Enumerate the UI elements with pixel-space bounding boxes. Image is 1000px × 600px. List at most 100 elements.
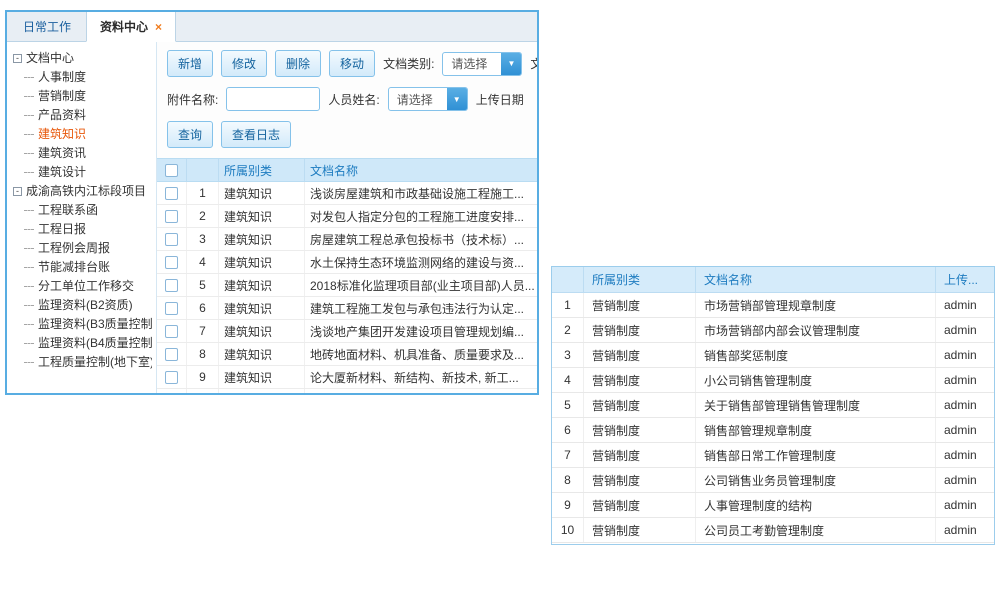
tree-item-label: 工程例会周报	[38, 239, 110, 258]
table-row[interactable]: 10 营销制度 公司员工考勤管理制度 admin	[552, 518, 994, 543]
row-category: 建筑知识	[219, 343, 305, 365]
row-doc-name: 建筑工程施工发包与承包违法行为认定...	[305, 297, 537, 319]
tree-item[interactable]: 建筑设计	[13, 163, 152, 182]
close-icon[interactable]: ×	[155, 21, 162, 33]
table-row[interactable]: 10 建筑知识 大厦地下室加气砼墙砌筑工程的施工方...	[157, 389, 537, 393]
row-category: 建筑知识	[219, 389, 305, 393]
add-button[interactable]: 新增	[167, 50, 213, 77]
row-number: 9	[552, 493, 584, 517]
row-number: 3	[187, 228, 219, 250]
person-name-select[interactable]: 请选择 ▼	[388, 87, 468, 111]
attachment-name-input[interactable]	[226, 87, 320, 111]
tree-connector-icon	[24, 210, 34, 211]
row-number: 10	[552, 518, 584, 542]
table-row[interactable]: 9 营销制度 人事管理制度的结构 admin	[552, 493, 994, 518]
row-checkbox[interactable]	[165, 233, 178, 246]
table-row[interactable]: 3 建筑知识 房屋建筑工程总承包投标书（技术标）...	[157, 228, 537, 251]
row-category: 建筑知识	[219, 320, 305, 342]
table-row[interactable]: 1 建筑知识 浅谈房屋建筑和市政基础设施工程施工...	[157, 182, 537, 205]
table-row[interactable]: 5 建筑知识 2018标准化监理项目部(业主项目部)人员...	[157, 274, 537, 297]
delete-button[interactable]: 删除	[275, 50, 321, 77]
tree-item[interactable]: 分工单位工作移交	[13, 277, 152, 296]
row-category: 建筑知识	[219, 274, 305, 296]
row-checkbox[interactable]	[165, 325, 178, 338]
row-number: 7	[552, 443, 584, 467]
tree-item[interactable]: 节能减排台账	[13, 258, 152, 277]
collapse-icon[interactable]: -	[13, 54, 22, 63]
table-row[interactable]: 8 营销制度 公司销售业务员管理制度 admin	[552, 468, 994, 493]
doc-category-select[interactable]: 请选择 ▼	[442, 52, 522, 76]
table-row[interactable]: 7 营销制度 销售部日常工作管理制度 admin	[552, 443, 994, 468]
column-header-uploader[interactable]: 上传...	[936, 267, 994, 292]
row-doc-name: 公司销售业务员管理制度	[696, 468, 936, 492]
table-row[interactable]: 8 建筑知识 地砖地面材料、机具准备、质量要求及...	[157, 343, 537, 366]
table-row[interactable]: 1 营销制度 市场营销部管理规章制度 admin	[552, 293, 994, 318]
tab-label: 资料中心	[100, 18, 148, 35]
query-button[interactable]: 查询	[167, 121, 213, 148]
filter-panel: 新增 修改 删除 移动 文档类别: 请选择 ▼ 文档 附件名称: 人员姓名:	[157, 42, 537, 158]
row-number: 6	[187, 297, 219, 319]
row-number: 7	[187, 320, 219, 342]
tree-connector-icon	[24, 115, 34, 116]
tree-item-label: 产品资料	[38, 106, 86, 125]
tree-item[interactable]: 产品资料	[13, 106, 152, 125]
tree-item[interactable]: 监理资料(B3质量控制)	[13, 315, 152, 334]
row-category: 营销制度	[584, 293, 696, 317]
table-row[interactable]: 9 建筑知识 论大厦新材料、新结构、新技术, 新工...	[157, 366, 537, 389]
table-row[interactable]: 5 营销制度 关于销售部管理销售管理制度 admin	[552, 393, 994, 418]
select-all-checkbox[interactable]	[165, 164, 178, 177]
row-checkbox[interactable]	[165, 371, 178, 384]
move-button[interactable]: 移动	[329, 50, 375, 77]
row-doc-name: 市场营销部管理规章制度	[696, 293, 936, 317]
table-row[interactable]: 3 营销制度 销售部奖惩制度 admin	[552, 343, 994, 368]
tree-root-document-center[interactable]: - 文档中心	[13, 49, 152, 68]
tree-connector-icon	[24, 229, 34, 230]
row-checkbox[interactable]	[165, 187, 178, 200]
row-uploader: admin	[936, 468, 994, 492]
table-row[interactable]: 6 建筑知识 建筑工程施工发包与承包违法行为认定...	[157, 297, 537, 320]
column-header-name[interactable]: 文档名称	[696, 267, 936, 292]
tree-item[interactable]: 监理资料(B4质量控制)	[13, 334, 152, 353]
row-checkbox[interactable]	[165, 279, 178, 292]
tree-item-label: 节能减排台账	[38, 258, 110, 277]
row-uploader: admin	[936, 518, 994, 542]
row-checkbox[interactable]	[165, 348, 178, 361]
table-row[interactable]: 4 建筑知识 水土保持生态环境监测网络的建设与资...	[157, 251, 537, 274]
tree-item[interactable]: 建筑资讯	[13, 144, 152, 163]
doc-category-label: 文档类别:	[383, 55, 434, 72]
row-checkbox[interactable]	[165, 256, 178, 269]
collapse-icon[interactable]: -	[13, 187, 22, 196]
tree-root-label: 文档中心	[26, 49, 74, 68]
tree-root-project[interactable]: - 成渝高铁内江标段项目	[13, 182, 152, 201]
row-uploader: admin	[936, 393, 994, 417]
tree-item-selected[interactable]: 建筑知识	[13, 125, 152, 144]
row-checkbox[interactable]	[165, 210, 178, 223]
tab-daily-work[interactable]: 日常工作	[10, 12, 84, 41]
row-checkbox[interactable]	[165, 302, 178, 315]
checkbox-cell	[157, 251, 187, 273]
tree-item[interactable]: 工程日报	[13, 220, 152, 239]
row-uploader: admin	[936, 418, 994, 442]
marketing-documents-table: 所属别类 文档名称 上传... 1 营销制度 市场营销部管理规章制度 admin…	[551, 266, 995, 545]
tree-connector-icon	[24, 96, 34, 97]
view-log-button[interactable]: 查看日志	[221, 121, 291, 148]
tree-item[interactable]: 工程质量控制(地下室)	[13, 353, 152, 372]
tab-data-center[interactable]: 资料中心 ×	[86, 11, 176, 42]
column-header-category[interactable]: 所属别类	[584, 267, 696, 292]
table-row[interactable]: 7 建筑知识 浅谈地产集团开发建设项目管理规划编...	[157, 320, 537, 343]
table-row[interactable]: 2 营销制度 市场营销部内部会议管理制度 admin	[552, 318, 994, 343]
tree-item[interactable]: 工程例会周报	[13, 239, 152, 258]
tree-item[interactable]: 营销制度	[13, 87, 152, 106]
column-header-category[interactable]: 所属别类	[219, 159, 305, 181]
tree-item[interactable]: 监理资料(B2资质)	[13, 296, 152, 315]
tree-item[interactable]: 人事制度	[13, 68, 152, 87]
tree-item[interactable]: 工程联系函	[13, 201, 152, 220]
edit-button[interactable]: 修改	[221, 50, 267, 77]
row-doc-name: 房屋建筑工程总承包投标书（技术标）...	[305, 228, 537, 250]
table-row[interactable]: 6 营销制度 销售部管理规章制度 admin	[552, 418, 994, 443]
column-header-name[interactable]: 文档名称	[305, 159, 537, 181]
table-row[interactable]: 4 营销制度 小公司销售管理制度 admin	[552, 368, 994, 393]
table-row[interactable]: 2 建筑知识 对发包人指定分包的工程施工进度安排...	[157, 205, 537, 228]
tree-connector-icon	[24, 324, 34, 325]
row-category: 营销制度	[584, 368, 696, 392]
